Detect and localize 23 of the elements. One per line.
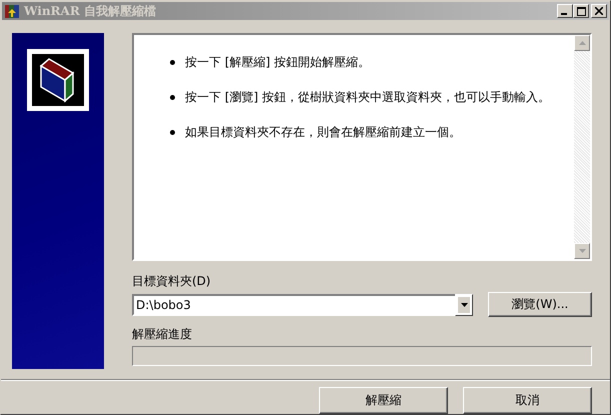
destination-field[interactable]: D:\bobo3 <box>132 294 455 316</box>
bullet-icon <box>170 60 175 65</box>
extract-button[interactable]: 解壓縮 <box>319 387 448 414</box>
box-logo-icon <box>27 49 89 111</box>
books-icon <box>4 3 20 19</box>
scrollbar[interactable] <box>574 35 590 259</box>
destination-label: 目標資料夾(D) <box>132 273 212 289</box>
window-title: WinRAR 自我解壓縮檔 <box>24 2 157 20</box>
instruction-text: 如果目標資料夾不存在，則會在解壓縮前建立一個。 <box>185 124 461 141</box>
instruction-text: 按一下 [解壓縮] 按鈕開始解壓縮。 <box>185 54 370 71</box>
cancel-button[interactable]: 取消 <box>463 387 592 414</box>
instruction-text: 按一下 [瀏覽] 按鈕，從樹狀資料夾中選取資料夾，也可以手動輸入。 <box>185 89 550 106</box>
close-icon <box>595 7 603 15</box>
maximize-button[interactable] <box>573 4 589 18</box>
bullet-icon <box>170 95 175 100</box>
bullet-icon <box>170 130 175 135</box>
browse-button[interactable]: 瀏覽(W)... <box>488 292 592 317</box>
scroll-down-icon[interactable] <box>574 243 590 259</box>
minimize-button[interactable] <box>557 4 573 18</box>
maximize-icon <box>576 6 586 16</box>
scroll-up-icon[interactable] <box>574 35 590 51</box>
close-button[interactable] <box>591 4 607 18</box>
progress-label: 解壓縮進度 <box>132 326 193 342</box>
